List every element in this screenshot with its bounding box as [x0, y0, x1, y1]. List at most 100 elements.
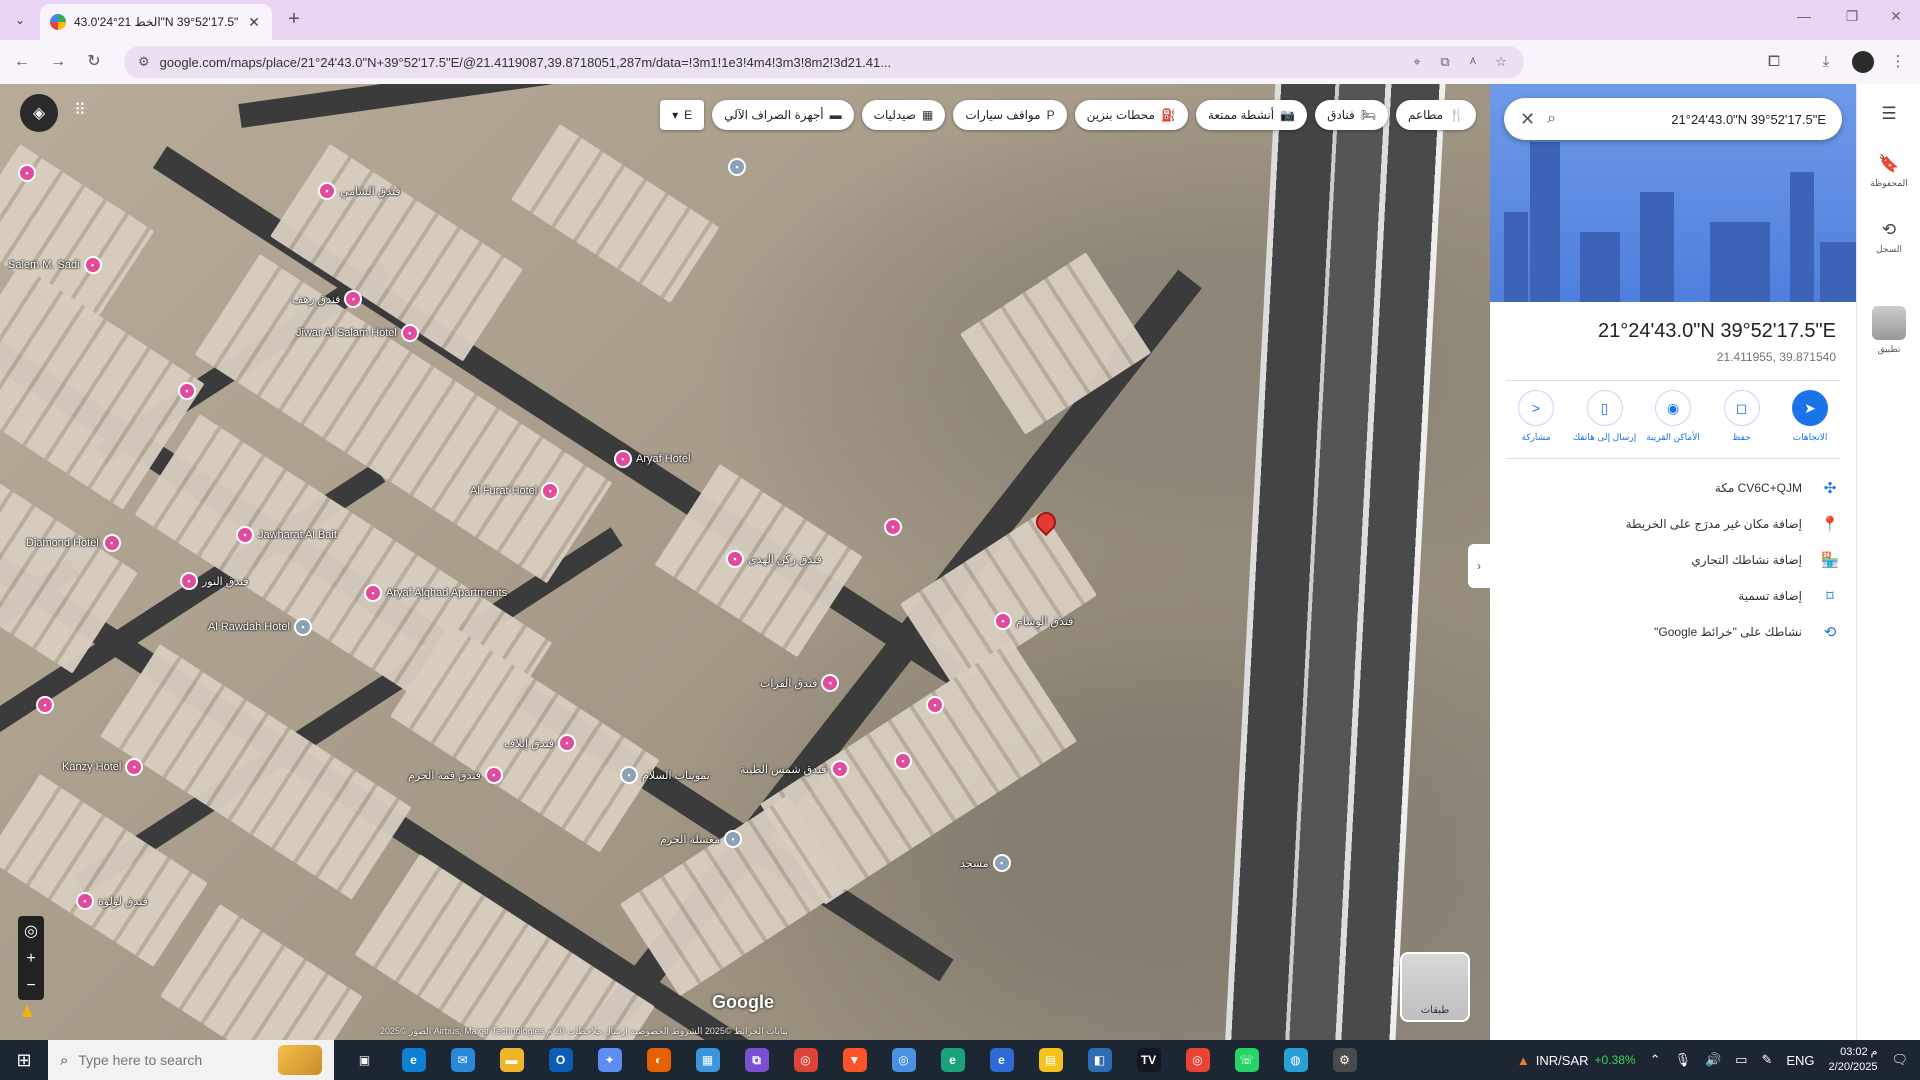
map-poi[interactable]: ▪ تموينات السلام — [620, 766, 710, 784]
clock[interactable]: 03:02 م 2/20/2025 — [1829, 1045, 1878, 1075]
street-view-pegman-icon[interactable]: ♟ — [20, 1002, 34, 1022]
taskbar-search-input[interactable] — [78, 1052, 268, 1068]
taskbar-app[interactable]: ✦ — [585, 1040, 634, 1080]
rail-recent-button[interactable]: ⟲ السجل — [1857, 220, 1920, 255]
nearby-button[interactable]: ◉ الأماكن القريبة — [1643, 390, 1703, 443]
directions-button[interactable]: ➤ الاتجاهات — [1780, 390, 1840, 443]
collapse-panel-button[interactable]: › — [1468, 544, 1490, 588]
taskbar-app[interactable]: ◎ — [1173, 1040, 1222, 1080]
add-label-row[interactable]: ⌑ إضافة تسمية — [1506, 578, 1840, 614]
map-poi[interactable]: Al Rawdah Hotel ▪ — [208, 618, 312, 636]
location-icon[interactable]: ⌖ — [1408, 54, 1426, 70]
forward-icon[interactable]: → — [46, 50, 70, 74]
map-poi[interactable]: ▪ فندق الوسام — [994, 612, 1073, 630]
taskbar-app[interactable]: ✉ — [438, 1040, 487, 1080]
layer-toggle-thumbnail[interactable]: طبقات — [1400, 952, 1470, 1022]
microphone-icon[interactable]: 🎙 — [1674, 1052, 1691, 1068]
share-button[interactable]: < مشاركة — [1506, 390, 1566, 443]
chip-things-to-do[interactable]: 📷 أنشطة ممتعة — [1195, 100, 1308, 130]
back-icon[interactable]: ← — [10, 50, 34, 74]
chip-atms[interactable]: ▬ أجهزة الصراف الآلي — [712, 100, 854, 130]
url-text[interactable]: google.com/maps/place/21°24'43.0"N+39°52… — [160, 55, 1398, 70]
volume-icon[interactable]: 🔊 — [1705, 1052, 1721, 1068]
map-poi[interactable]: ▪ — [926, 696, 948, 714]
taskbar-app[interactable]: O — [536, 1040, 585, 1080]
map-poi[interactable]: Kanzy Hotel ▪ — [62, 758, 144, 776]
taskbar-app[interactable]: ☏ — [1222, 1040, 1271, 1080]
add-missing-place-row[interactable]: 📍 إضافة مكان غير مدرَج على الخريطة — [1506, 506, 1840, 542]
map-poi[interactable]: Diamond Hotel ▪ — [26, 534, 121, 552]
chip-pharmacies[interactable]: ▦ صيدليات — [861, 100, 946, 130]
downloads-icon[interactable]: ⤓ — [1814, 50, 1838, 74]
rail-menu-button[interactable]: ☰ — [1857, 104, 1920, 124]
taskbar-app[interactable]: e — [928, 1040, 977, 1080]
reload-icon[interactable]: ↻ — [82, 50, 106, 74]
map-poi[interactable]: ▪ فندق لؤلؤة — [76, 892, 148, 910]
map-poi[interactable]: فندق شمس الطيبة ▪ — [740, 760, 849, 778]
map-poi[interactable]: ▪ — [728, 158, 750, 176]
search-highlight-icon[interactable] — [278, 1045, 322, 1075]
taskbar-app[interactable]: ⚙ — [1320, 1040, 1369, 1080]
map-poi[interactable]: مسجد ▪ — [960, 854, 1011, 872]
taskbar-app[interactable]: TV — [1124, 1040, 1173, 1080]
taskbar-app[interactable]: ▦ — [683, 1040, 732, 1080]
rail-saved-button[interactable]: 🔖 المحفوظة — [1857, 154, 1920, 189]
rail-app-button[interactable]: تطبيق — [1857, 306, 1920, 355]
taskbar-app[interactable]: ▣ — [340, 1040, 389, 1080]
minimize-icon[interactable]: — — [1784, 8, 1824, 24]
chip-parking[interactable]: P مواقف سيارات — [953, 100, 1067, 130]
taskbar-app[interactable]: e — [977, 1040, 1026, 1080]
taskbar-app[interactable]: e — [389, 1040, 438, 1080]
map-poi[interactable]: مغسلة الحرم ▪ — [660, 830, 742, 848]
chevron-up-icon[interactable]: ⌃ — [1650, 1052, 1661, 1068]
extensions-icon[interactable]: ⧠ — [1762, 50, 1786, 74]
search-input[interactable] — [1568, 111, 1826, 127]
map-poi[interactable]: Al Furat Hotel ▪ — [470, 482, 560, 500]
notifications-icon[interactable]: 🗨 — [1891, 1052, 1908, 1068]
maximize-icon[interactable]: ❐ — [1832, 8, 1872, 25]
chip-more-button[interactable]: E ▾ — [660, 100, 705, 130]
map-poi[interactable]: ▪ فندق ركن الهدى — [726, 550, 822, 568]
map-poi[interactable]: Jiwar Al Salam Hotel ▪ — [296, 324, 419, 342]
map-poi[interactable]: فندق قمة الحرم ▪ — [408, 766, 503, 784]
map-poi[interactable]: ▪ — [178, 382, 200, 400]
map-poi[interactable]: Salem M. Sadi ▪ — [8, 256, 102, 274]
chip-gas[interactable]: ⛽ محطات بنزين — [1074, 100, 1188, 130]
map-poi[interactable]: ▪ Jawharat Al Bait — [236, 526, 337, 544]
taskbar-app[interactable]: ◎ — [781, 1040, 830, 1080]
taskbar-app[interactable]: ◍ — [1271, 1040, 1320, 1080]
new-tab-button[interactable]: + — [282, 8, 306, 31]
my-location-icon[interactable]: ◎ — [24, 921, 38, 941]
tab-search-button[interactable]: ⌄ — [8, 8, 32, 32]
map-poi[interactable]: ▪ — [18, 164, 40, 182]
maps-search-box[interactable]: ✕ ⌕ — [1504, 98, 1842, 140]
network-icon[interactable]: ▭ — [1735, 1052, 1747, 1068]
satellite-map[interactable]: ▪ ▪ فندق الشامي Salem M. Sadi ▪ فندق رهف ▪ … — [0, 84, 1490, 1040]
taskbar-app[interactable]: ⧉ — [732, 1040, 781, 1080]
address-bar[interactable]: ⚙ google.com/maps/place/21°24'43.0"N+39°… — [124, 46, 1524, 78]
map-poi[interactable]: فندق إيلاف ▪ — [504, 734, 577, 752]
map-poi[interactable]: فندق الفرات ▪ — [760, 674, 840, 692]
taskbar-app[interactable]: ▬ — [487, 1040, 536, 1080]
map-poi[interactable]: ▪ Aryaf Alghad Apartments — [364, 584, 507, 602]
taskbar-search[interactable]: ⌕ — [48, 1040, 334, 1080]
map-poi[interactable]: ▪ — [894, 752, 916, 770]
close-window-icon[interactable]: ✕ — [1876, 8, 1916, 25]
save-button[interactable]: ◻ حفظ — [1712, 390, 1772, 443]
browser-tab-active[interactable]: الخط 21°24'43.0"N 39°52'17.5"E ✕ — [40, 4, 272, 40]
currency-widget[interactable]: ▲ INR/SAR +0.38% — [1517, 1053, 1636, 1068]
plus-code-row[interactable]: ✣ CV6C+QJM مكة — [1506, 470, 1840, 506]
taskbar-app[interactable]: ▤ — [1026, 1040, 1075, 1080]
bookmark-star-icon[interactable]: ☆ — [1492, 54, 1510, 70]
install-app-icon[interactable]: ⧉ — [1436, 54, 1454, 70]
taskbar-app[interactable]: ◧ — [1075, 1040, 1124, 1080]
site-info-icon[interactable]: ⚙ — [138, 54, 150, 70]
google-apps-icon[interactable]: ⠿ — [74, 100, 86, 120]
profile-avatar[interactable] — [1852, 51, 1874, 73]
taskbar-app[interactable]: ◎ — [879, 1040, 928, 1080]
maps-activity-row[interactable]: ⟲ نشاطك على "خرائط Google" — [1506, 614, 1840, 650]
dropped-pin-icon[interactable] — [1031, 507, 1061, 540]
pen-icon[interactable]: ✎ — [1761, 1052, 1772, 1068]
language-indicator[interactable]: ENG — [1786, 1053, 1814, 1068]
windows-start-icon[interactable]: ⊞ — [0, 1040, 48, 1080]
